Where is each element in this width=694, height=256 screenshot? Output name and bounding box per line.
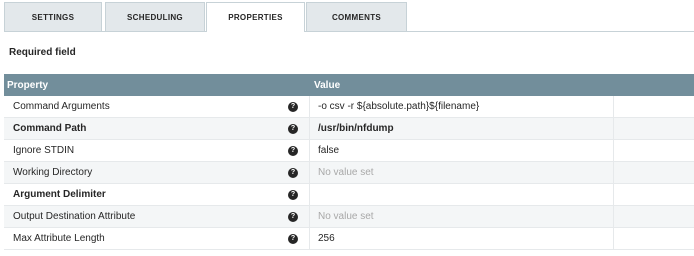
column-divider — [613, 206, 614, 227]
property-name: Output Destination Attribute — [13, 211, 136, 222]
column-divider — [309, 184, 310, 205]
question-circle-icon[interactable]: ? — [288, 211, 298, 222]
tab-settings[interactable]: SETTINGS — [4, 2, 102, 31]
property-name: Argument Delimiter — [13, 189, 106, 200]
property-value[interactable]: No value set — [318, 211, 374, 222]
column-divider — [309, 140, 310, 161]
tab-bar-divider — [4, 31, 694, 32]
column-divider — [309, 228, 310, 249]
column-divider — [613, 228, 614, 249]
property-value[interactable]: No value set — [318, 167, 374, 178]
question-circle-icon[interactable]: ? — [288, 189, 298, 200]
table-row[interactable]: Working Directory ? No value set — [4, 162, 694, 184]
tab-scheduling[interactable]: SCHEDULING — [105, 2, 205, 31]
column-divider — [309, 118, 310, 139]
property-name: Command Arguments — [13, 101, 110, 112]
table-row[interactable]: Output Destination Attribute ? No value … — [4, 206, 694, 228]
column-divider — [309, 162, 310, 183]
header-value: Value — [314, 79, 341, 91]
table-row[interactable]: Argument Delimiter ? — [4, 184, 694, 206]
question-circle-icon[interactable]: ? — [288, 101, 298, 112]
property-value[interactable]: 256 — [318, 233, 335, 244]
column-divider — [613, 162, 614, 183]
column-divider — [613, 140, 614, 161]
column-divider — [613, 184, 614, 205]
tab-properties[interactable]: PROPERTIES — [206, 2, 305, 32]
column-divider — [309, 96, 310, 117]
table-row[interactable]: Max Attribute Length ? 256 — [4, 228, 694, 250]
tab-bar: SETTINGS SCHEDULING PROPERTIES COMMENTS — [4, 2, 694, 32]
table-row[interactable]: Command Arguments ? -o csv -r ${absolute… — [4, 96, 694, 118]
column-divider — [613, 118, 614, 139]
required-field-label: Required field — [9, 47, 76, 58]
column-divider — [613, 96, 614, 117]
tab-comments[interactable]: COMMENTS — [306, 2, 407, 31]
table-row[interactable]: Ignore STDIN ? false — [4, 140, 694, 162]
properties-table: Property Value Command Arguments ? -o cs… — [4, 74, 694, 250]
property-name: Command Path — [13, 123, 87, 134]
property-value[interactable]: /usr/bin/nfdump — [318, 123, 394, 134]
question-circle-icon[interactable]: ? — [288, 233, 298, 244]
property-name: Ignore STDIN — [13, 145, 75, 156]
question-circle-icon[interactable]: ? — [288, 145, 298, 156]
question-circle-icon[interactable]: ? — [288, 123, 298, 134]
property-value[interactable]: false — [318, 145, 339, 156]
table-row[interactable]: Command Path ? /usr/bin/nfdump — [4, 118, 694, 140]
table-header: Property Value — [4, 74, 694, 96]
property-value[interactable]: -o csv -r ${absolute.path}${filename} — [318, 101, 479, 112]
property-name: Max Attribute Length — [13, 233, 105, 244]
header-property: Property — [7, 79, 49, 91]
property-name: Working Directory — [13, 167, 93, 178]
question-circle-icon[interactable]: ? — [288, 167, 298, 178]
column-divider — [309, 206, 310, 227]
